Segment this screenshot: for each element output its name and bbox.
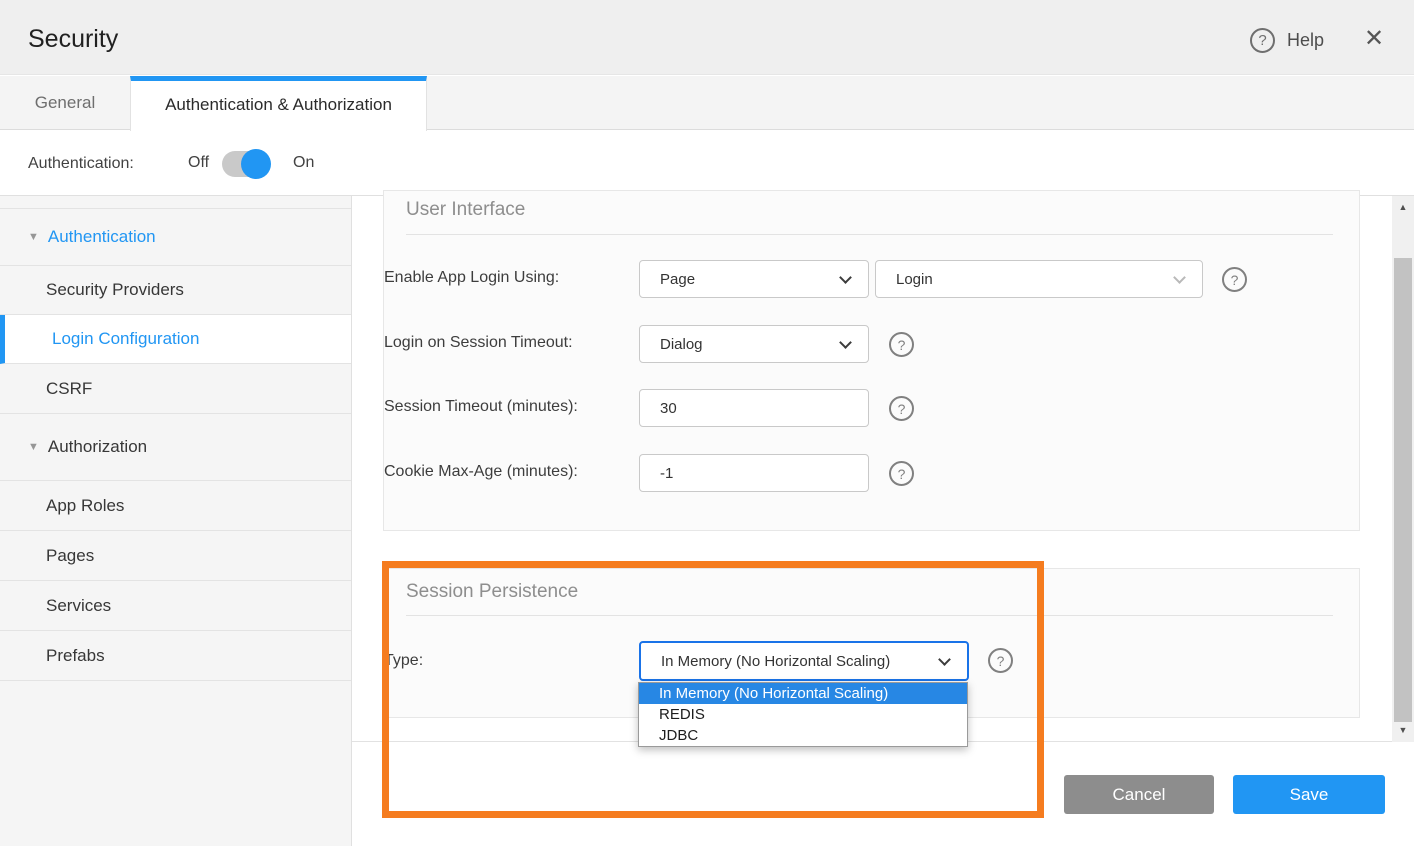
- user-interface-section: User Interface Enable App Login Using: P…: [383, 190, 1360, 531]
- sidebar-item-label: Prefabs: [46, 646, 105, 666]
- select-value: Page: [660, 271, 695, 288]
- sidebar-item-label: Authentication: [48, 227, 156, 247]
- sidebar-item-prefabs[interactable]: Prefabs: [0, 631, 351, 681]
- chevron-down-icon: [839, 271, 852, 284]
- sidebar-item-label: App Roles: [46, 496, 124, 516]
- session-timeout-input[interactable]: [639, 389, 869, 427]
- enable-app-login-select[interactable]: Page: [639, 260, 869, 298]
- sidebar-item-label: CSRF: [46, 379, 92, 399]
- section-divider: [406, 234, 1333, 235]
- close-icon[interactable]: ✕: [1358, 22, 1390, 54]
- help-icon[interactable]: ?: [889, 396, 914, 421]
- help-icon[interactable]: ?: [889, 461, 914, 486]
- security-dialog: Security ? Help ✕ General Authentication…: [0, 0, 1414, 846]
- toggle-off-label: Off: [188, 154, 209, 172]
- page-title: Security: [28, 25, 118, 54]
- sidebar-item-label: Security Providers: [46, 280, 184, 300]
- cookie-max-age-input[interactable]: [639, 454, 869, 492]
- type-label: Type:: [384, 652, 423, 670]
- collapse-triangle-icon[interactable]: ▼: [28, 441, 39, 453]
- chevron-down-icon: [839, 336, 852, 349]
- type-select[interactable]: In Memory (No Horizontal Scaling): [639, 641, 969, 681]
- chevron-down-icon: [1173, 271, 1186, 284]
- toggle-on-label: On: [293, 154, 314, 172]
- sidebar: ▼ Authentication Security Providers Logi…: [0, 196, 352, 846]
- login-page-select[interactable]: Login: [875, 260, 1203, 298]
- tab-authentication-authorization[interactable]: Authentication & Authorization: [130, 76, 427, 131]
- help-icon[interactable]: ?: [1250, 28, 1275, 53]
- tab-general[interactable]: General: [0, 76, 130, 130]
- type-select-dropdown: In Memory (No Horizontal Scaling) REDIS …: [638, 682, 968, 747]
- vertical-scrollbar[interactable]: ▲ ▼: [1392, 196, 1414, 742]
- help-button[interactable]: ? Help: [1250, 22, 1324, 58]
- main-panel: User Interface Enable App Login Using: P…: [352, 196, 1414, 846]
- select-value: Login: [896, 271, 933, 288]
- scroll-up-icon[interactable]: ▲: [1392, 202, 1414, 212]
- authentication-toggle-label: Authentication:: [28, 155, 134, 173]
- session-timeout-label: Session Timeout (minutes):: [384, 398, 578, 416]
- cancel-button[interactable]: Cancel: [1064, 775, 1214, 814]
- enable-app-login-label: Enable App Login Using:: [384, 269, 559, 287]
- sidebar-item-authorization[interactable]: ▼ Authorization: [0, 414, 351, 481]
- section-divider: [406, 615, 1333, 616]
- sidebar-item-label: Services: [46, 596, 111, 616]
- session-persistence-heading: Session Persistence: [406, 581, 578, 603]
- option-jdbc[interactable]: JDBC: [639, 725, 967, 746]
- help-icon[interactable]: ?: [889, 332, 914, 357]
- user-interface-heading: User Interface: [406, 199, 525, 221]
- collapse-triangle-icon[interactable]: ▼: [28, 231, 39, 243]
- sidebar-item-label: Pages: [46, 546, 94, 566]
- sidebar-item-csrf[interactable]: CSRF: [0, 364, 351, 414]
- dialog-header: [0, 0, 1414, 75]
- toggle-knob[interactable]: [241, 149, 271, 179]
- scroll-down-icon[interactable]: ▼: [1392, 725, 1414, 735]
- cookie-max-age-label: Cookie Max-Age (minutes):: [384, 463, 578, 481]
- sidebar-list: ▼ Authentication Security Providers Logi…: [0, 208, 351, 681]
- option-in-memory[interactable]: In Memory (No Horizontal Scaling): [639, 683, 967, 704]
- help-icon[interactable]: ?: [988, 648, 1013, 673]
- login-on-session-timeout-label: Login on Session Timeout:: [384, 334, 573, 352]
- select-value: In Memory (No Horizontal Scaling): [661, 653, 890, 670]
- chevron-down-icon: [938, 653, 951, 666]
- select-value: Dialog: [660, 336, 703, 353]
- option-redis[interactable]: REDIS: [639, 704, 967, 725]
- authentication-toggle-row: [0, 131, 1414, 196]
- sidebar-item-authentication[interactable]: ▼ Authentication: [0, 209, 351, 266]
- save-button[interactable]: Save: [1233, 775, 1385, 814]
- sidebar-item-pages[interactable]: Pages: [0, 531, 351, 581]
- sidebar-item-security-providers[interactable]: Security Providers: [0, 266, 351, 315]
- sidebar-item-label: Login Configuration: [52, 329, 199, 349]
- sidebar-item-label: Authorization: [48, 437, 147, 457]
- sidebar-item-services[interactable]: Services: [0, 581, 351, 631]
- sidebar-item-login-configuration[interactable]: Login Configuration: [0, 315, 351, 364]
- scrollbar-thumb[interactable]: [1394, 258, 1412, 722]
- login-on-session-timeout-select[interactable]: Dialog: [639, 325, 869, 363]
- sidebar-item-app-roles[interactable]: App Roles: [0, 481, 351, 531]
- help-label[interactable]: Help: [1287, 30, 1324, 51]
- authentication-toggle[interactable]: [222, 151, 269, 177]
- help-icon[interactable]: ?: [1222, 267, 1247, 292]
